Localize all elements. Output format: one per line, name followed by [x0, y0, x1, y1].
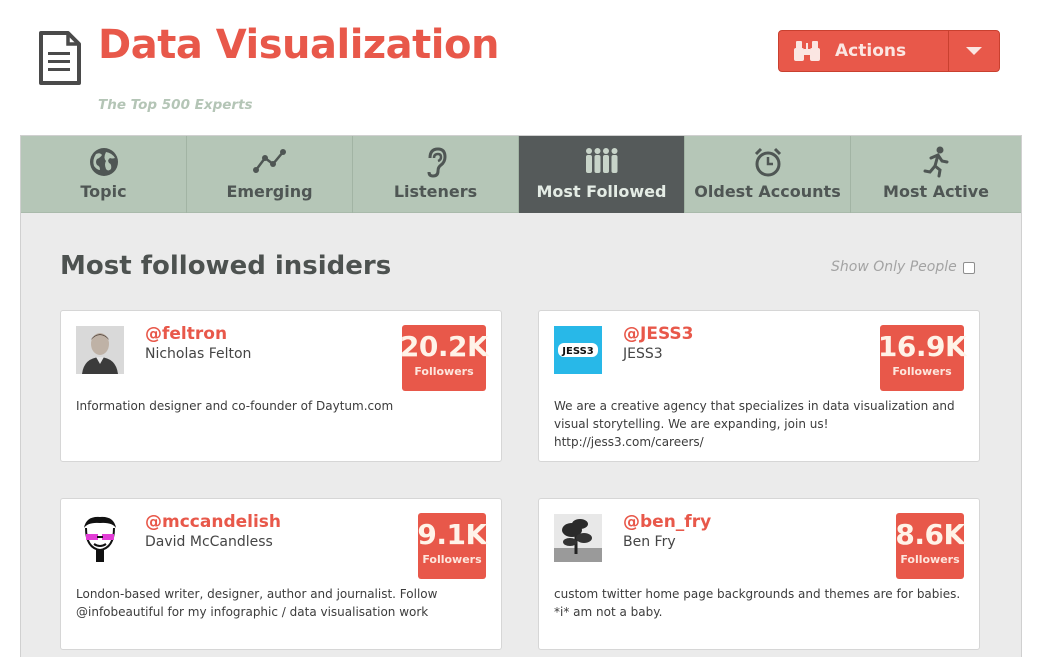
- tab-most-followed[interactable]: Most Followed: [519, 136, 685, 213]
- followers-badge: 8.6K Followers: [895, 513, 965, 579]
- followers-badge: 16.9K Followers: [877, 325, 967, 391]
- avatar-logo-text: JESS3: [561, 346, 594, 357]
- user-real-name: Nicholas Felton: [145, 346, 252, 362]
- tab-label: Listeners: [393, 182, 478, 201]
- followers-badge: 20.2K Followers: [399, 325, 489, 391]
- globe-icon: [89, 148, 118, 176]
- avatar: [76, 514, 124, 562]
- followers-label: Followers: [422, 553, 482, 566]
- tab-label: Oldest Accounts: [694, 182, 841, 201]
- tab-label: Emerging: [226, 182, 313, 201]
- tab-listeners[interactable]: Listeners: [353, 136, 519, 213]
- followers-count: 16.9K: [877, 330, 967, 363]
- user-bio: Information designer and co-founder of D…: [76, 399, 394, 413]
- user-handle-link[interactable]: @JESS3: [623, 324, 694, 344]
- actions-dropdown-toggle[interactable]: [949, 31, 999, 71]
- document-icon: [39, 31, 81, 85]
- page-subtitle: The Top 500 Experts: [98, 97, 253, 113]
- tab-oldest-accounts[interactable]: Oldest Accounts: [685, 136, 851, 213]
- followers-badge: 9.1K Followers: [417, 513, 487, 579]
- tab-bar: Topic Emerging Listeners Most Followed O…: [21, 136, 1021, 213]
- user-bio: London-based writer, designer, author an…: [76, 587, 438, 619]
- crowd-icon: [585, 148, 617, 173]
- avatar: [76, 326, 124, 374]
- followers-label: Followers: [414, 365, 474, 378]
- tab-most-active[interactable]: Most Active: [851, 136, 1021, 213]
- user-handle-link[interactable]: @ben_fry: [623, 512, 711, 532]
- user-handle-link[interactable]: @feltron: [145, 324, 227, 344]
- binoculars-icon: [794, 41, 820, 61]
- user-card: JESS3 @JESS3 JESS3 16.9K Followers We ar…: [538, 310, 980, 462]
- section-heading: Most followed insiders: [60, 251, 392, 281]
- followers-count: 9.1K: [417, 518, 487, 551]
- user-real-name: JESS3: [623, 346, 663, 362]
- user-real-name: Ben Fry: [623, 534, 676, 550]
- show-only-people-checkbox[interactable]: [963, 262, 975, 274]
- user-card: @feltron Nicholas Felton 20.2K Followers…: [60, 310, 502, 462]
- avatar: [554, 514, 602, 562]
- actions-button[interactable]: Actions: [779, 31, 948, 71]
- tab-label: Most Active: [883, 182, 989, 201]
- show-only-people-label: Show Only People: [831, 259, 957, 275]
- tab-label: Most Followed: [536, 182, 667, 201]
- followers-count: 20.2K: [399, 330, 489, 363]
- running-person-icon: [923, 146, 949, 178]
- tab-emerging[interactable]: Emerging: [187, 136, 353, 213]
- followers-label: Followers: [900, 553, 960, 566]
- user-real-name: David McCandless: [145, 534, 273, 550]
- ear-icon: [427, 147, 447, 178]
- tab-label: Topic: [80, 182, 127, 201]
- user-bio: We are a creative agency that specialize…: [554, 399, 955, 449]
- actions-label: Actions: [835, 41, 907, 61]
- followers-label: Followers: [892, 365, 952, 378]
- alarm-clock-icon: [754, 147, 781, 177]
- user-handle-link[interactable]: @mccandelish: [145, 512, 281, 532]
- content-panel: Topic Emerging Listeners Most Followed O…: [20, 135, 1022, 657]
- avatar: JESS3: [554, 326, 602, 374]
- caret-down-icon: [966, 47, 982, 55]
- actions-button-group: Actions: [778, 30, 1000, 72]
- followers-count: 8.6K: [895, 518, 965, 551]
- user-card: @mccandelish David McCandless 9.1K Follo…: [60, 498, 502, 650]
- user-card: @ben_fry Ben Fry 8.6K Followers custom t…: [538, 498, 980, 650]
- user-bio: custom twitter home page backgrounds and…: [554, 587, 961, 619]
- trend-line-icon: [252, 149, 286, 173]
- tab-topic[interactable]: Topic: [21, 136, 187, 213]
- page-title: Data Visualization: [98, 22, 499, 68]
